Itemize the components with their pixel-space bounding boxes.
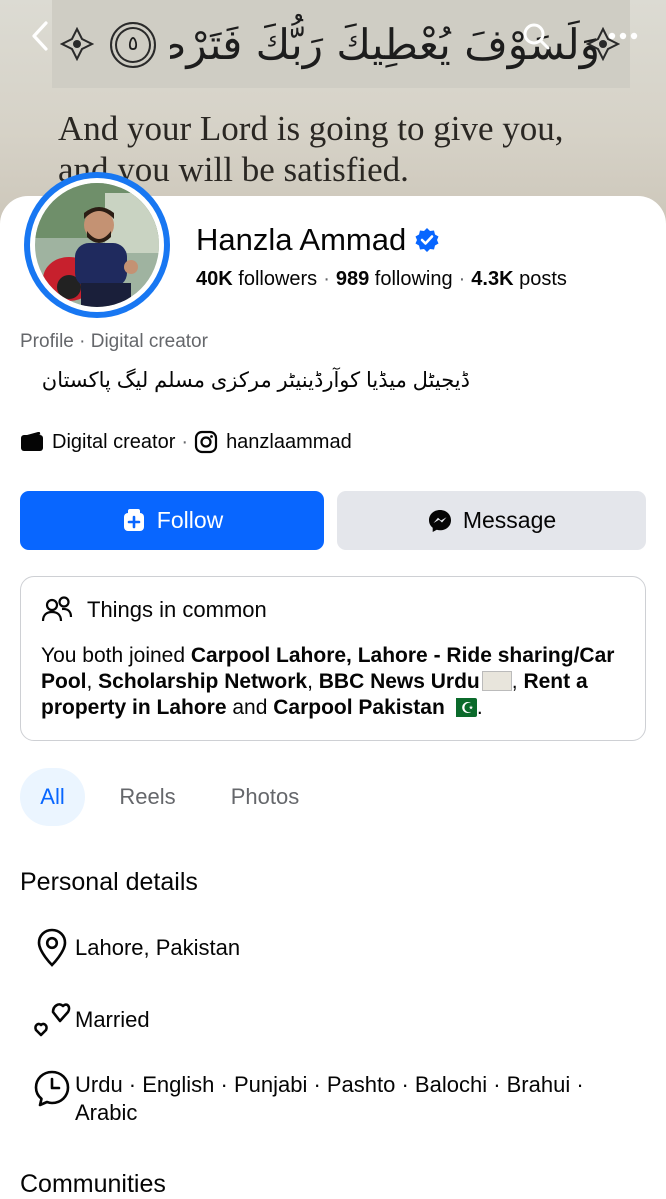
back-button[interactable]	[22, 16, 58, 56]
verse-number: ٥	[127, 31, 139, 55]
followers-count: 40K	[196, 268, 233, 290]
common-group-link[interactable]: BBC News Urdu	[319, 670, 480, 693]
more-dots-icon	[608, 32, 638, 40]
common-separator: ,	[86, 670, 99, 693]
detail-languages	[30, 1066, 74, 1110]
posts-label: posts	[519, 268, 567, 290]
verse-number-circle: ٥	[110, 22, 156, 68]
things-in-common-text: You both joined Carpool Lahore, Lahore -…	[41, 643, 641, 722]
instagram-handle[interactable]: hanzlaammad	[226, 431, 352, 454]
following-stat[interactable]: 989 following	[336, 268, 453, 290]
things-in-common-card[interactable]: Things in common You both joined Carpool…	[20, 576, 646, 741]
newspaper-thumbnail-icon	[481, 671, 512, 691]
messenger-icon	[428, 509, 451, 532]
cover-english-line-1: And your Lord is going to give you,	[58, 109, 564, 148]
posts-stat: 4.3K posts	[471, 268, 567, 290]
clapperboard-icon	[21, 432, 43, 451]
search-icon	[523, 23, 550, 50]
location-text: Lahore, Pakistan	[75, 935, 241, 960]
detail-location	[30, 926, 74, 970]
tab-photos[interactable]: Photos	[210, 768, 320, 826]
hearts-icon	[30, 998, 74, 1042]
cover-english-text: And your Lord is going to give you, and …	[58, 108, 658, 190]
profile-tabs: All Reels Photos	[20, 768, 320, 826]
personal-details-title: Personal details	[20, 868, 198, 896]
things-in-common-header: Things in common	[41, 595, 267, 625]
followers-stat[interactable]: 40K followers	[196, 268, 317, 290]
chevron-left-icon	[32, 21, 48, 51]
profile-stats: 40K followers · 989 following · 4.3K posts	[196, 268, 567, 290]
languages-chat-icon	[30, 1066, 74, 1110]
ornament-icon	[60, 27, 94, 61]
follow-label: Follow	[156, 507, 224, 533]
languages-text: Urdu · English · Punjabi · Pashto · Balo…	[75, 1072, 584, 1125]
avatar-photo	[35, 183, 159, 307]
profile-name-row: Hanzla Ammad	[196, 222, 440, 258]
things-in-common-title: Things in common	[87, 597, 267, 622]
following-label: following	[374, 268, 453, 290]
pakistan-flag-icon	[448, 696, 477, 722]
message-button[interactable]: Message	[337, 491, 646, 550]
people-icon	[41, 596, 73, 622]
common-end: .	[476, 696, 483, 719]
common-and: and	[226, 696, 274, 719]
profile-bio: ڈیجیٹل میڈیا کوآرڈینیٹر مرکزی مسلم لیگ پ…	[41, 369, 470, 392]
meta-category: Digital creator	[52, 430, 176, 453]
tab-all[interactable]: All	[20, 768, 85, 826]
more-button[interactable]	[600, 16, 646, 56]
following-count: 989	[335, 268, 370, 290]
search-button[interactable]	[516, 16, 556, 56]
profile-meta-row: Digital creator · hanzlaammad	[20, 430, 352, 454]
cover-english-line-2: and you will be satisfied.	[58, 150, 409, 189]
communities-title: Communities	[20, 1170, 166, 1198]
tab-reels[interactable]: Reels	[85, 768, 210, 826]
instagram-icon	[194, 430, 218, 454]
common-group-link[interactable]: Carpool Pakistan	[273, 696, 445, 719]
posts-count: 4.3K	[471, 268, 514, 290]
common-separator: ,	[511, 670, 524, 693]
common-group-link[interactable]: Scholarship Network	[98, 670, 307, 693]
profile-name: Hanzla Ammad	[196, 222, 407, 257]
common-separator: ,	[307, 670, 319, 693]
profile-category: Profile · Digital creator	[20, 331, 208, 352]
follow-icon	[123, 508, 144, 531]
follow-button[interactable]: Follow	[20, 491, 324, 550]
relationship-text: Married	[75, 1007, 150, 1032]
verified-badge-icon	[415, 228, 439, 252]
message-label: Message	[462, 507, 557, 533]
common-prefix: You both joined	[41, 644, 191, 667]
location-pin-icon	[30, 926, 74, 970]
meta-separator: ·	[181, 430, 189, 453]
avatar[interactable]	[24, 172, 170, 318]
followers-label: followers	[238, 268, 318, 290]
detail-relationship	[30, 998, 74, 1042]
